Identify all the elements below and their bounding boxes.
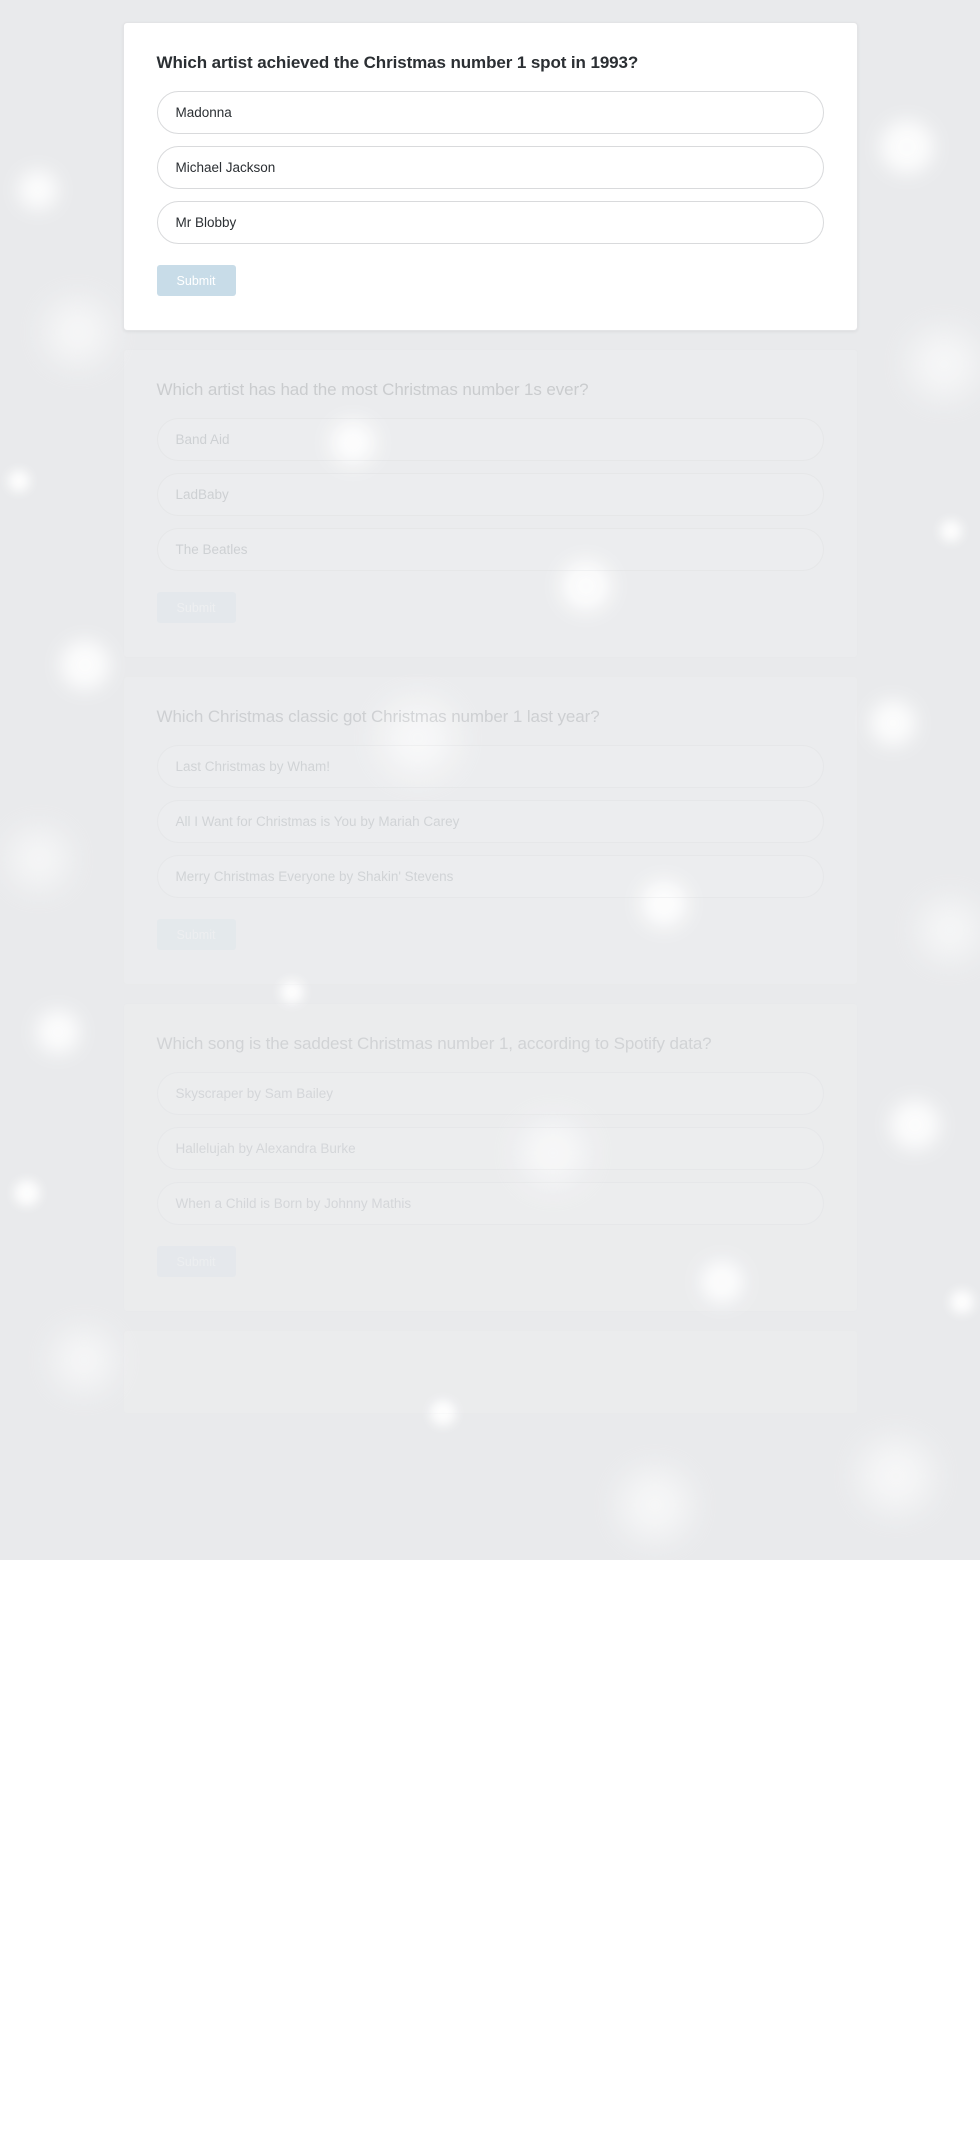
question-text: Which song is the saddest Christmas numb… (156, 1034, 712, 1053)
answer-option[interactable]: Michael Jackson (156, 146, 824, 189)
submit-button[interactable]: Submit (156, 265, 236, 296)
snow-flake (620, 1470, 690, 1540)
answer-option[interactable]: Madonna (156, 91, 824, 134)
answer-options: Last Christmas by Wham! All I Want for C… (156, 745, 824, 898)
answer-option[interactable]: When a Child is Born by Johnny Mathis (156, 1182, 824, 1225)
question-card-4[interactable]: Which song is the saddest Christmas numb… (122, 1003, 858, 1312)
answer-option[interactable]: Mr Blobby (156, 201, 824, 244)
snow-flake (860, 1440, 932, 1512)
question-card-1[interactable]: Which artist achieved the Christmas numb… (122, 22, 858, 331)
answer-option[interactable]: Last Christmas by Wham! (156, 745, 824, 788)
question-card-stack: Which artist achieved the Christmas numb… (0, 0, 980, 1414)
answer-option[interactable]: The Beatles (156, 528, 824, 571)
question-card-5-partial[interactable] (122, 1330, 858, 1414)
answer-option[interactable]: Band Aid (156, 418, 824, 461)
question-card-3[interactable]: Which Christmas classic got Christmas nu… (122, 676, 858, 985)
answer-option[interactable]: Hallelujah by Alexandra Burke (156, 1127, 824, 1170)
answer-options: Skyscraper by Sam Bailey Hallelujah by A… (156, 1072, 824, 1225)
answer-options: Madonna Michael Jackson Mr Blobby (156, 91, 824, 244)
submit-row: Submit (156, 919, 824, 950)
submit-button[interactable]: Submit (156, 919, 236, 950)
quiz-viewport: Which artist achieved the Christmas numb… (0, 0, 980, 1560)
question-text: Which artist achieved the Christmas numb… (156, 53, 639, 72)
below-fold-whitespace (0, 1560, 980, 2153)
answer-option[interactable]: Skyscraper by Sam Bailey (156, 1072, 824, 1115)
submit-row: Submit (156, 1246, 824, 1277)
question-text: Which artist has had the most Christmas … (156, 380, 589, 399)
question-card-2[interactable]: Which artist has had the most Christmas … (122, 349, 858, 658)
answer-option[interactable]: Merry Christmas Everyone by Shakin' Stev… (156, 855, 824, 898)
submit-row: Submit (156, 592, 824, 623)
submit-row: Submit (156, 265, 824, 296)
submit-button[interactable]: Submit (156, 592, 236, 623)
question-text: Which Christmas classic got Christmas nu… (156, 707, 600, 726)
answer-options: Band Aid LadBaby The Beatles (156, 418, 824, 571)
answer-option[interactable]: All I Want for Christmas is You by Maria… (156, 800, 824, 843)
submit-button[interactable]: Submit (156, 1246, 236, 1277)
answer-option[interactable]: LadBaby (156, 473, 824, 516)
